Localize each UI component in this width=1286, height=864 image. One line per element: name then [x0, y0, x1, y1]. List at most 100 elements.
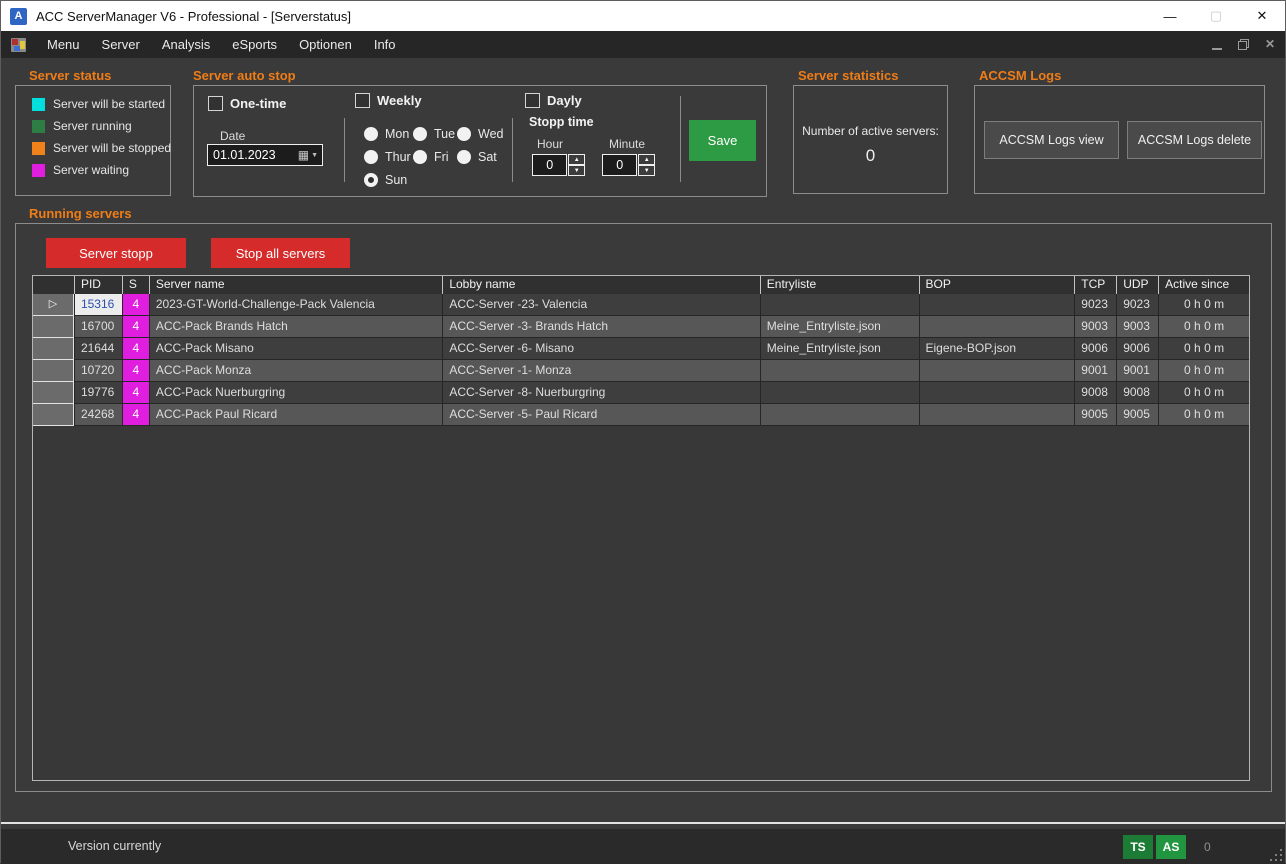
menu-item-info[interactable]: Info	[363, 32, 407, 57]
row-header-cell[interactable]	[33, 404, 74, 426]
column-header-pid[interactable]: PID	[74, 276, 122, 294]
column-header-udp[interactable]: UDP	[1116, 276, 1158, 294]
cell-pid[interactable]: 10720	[74, 360, 122, 382]
cell-bop[interactable]: Eigene-BOP.json	[919, 338, 1075, 360]
cell-server-name[interactable]: ACC-Pack Nuerburgring	[149, 382, 443, 404]
resize-grip[interactable]	[1270, 849, 1282, 861]
cell-lobby-name[interactable]: ACC-Server -5- Paul Ricard	[442, 404, 759, 426]
row-header-cell[interactable]	[33, 382, 74, 404]
column-header-server-name[interactable]: Server name	[149, 276, 443, 294]
column-header-tcp[interactable]: TCP	[1074, 276, 1116, 294]
cell-udp[interactable]: 9006	[1116, 338, 1158, 360]
accsm-logs-delete-button[interactable]: ACCSM Logs delete	[1127, 121, 1262, 159]
hour-stepper[interactable]: 0 ▲ ▼	[532, 154, 585, 176]
menu-item-optionen[interactable]: Optionen	[288, 32, 363, 57]
column-header-entryliste[interactable]: Entryliste	[760, 276, 919, 294]
cell-server-name[interactable]: ACC-Pack Brands Hatch	[149, 316, 443, 338]
column-header-s[interactable]: S	[122, 276, 149, 294]
cell-bop[interactable]	[919, 294, 1075, 316]
table-row[interactable]: ▷1531642023-GT-World-Challenge-Pack Vale…	[33, 294, 1249, 316]
cell-server-name[interactable]: ACC-Pack Paul Ricard	[149, 404, 443, 426]
cell-pid[interactable]: 16700	[74, 316, 122, 338]
cell-server-name[interactable]: ACC-Pack Misano	[149, 338, 443, 360]
radio-wed[interactable]: Wed	[457, 127, 503, 141]
spin-up-icon[interactable]: ▲	[568, 154, 585, 165]
cell-tcp[interactable]: 9001	[1074, 360, 1116, 382]
cell-lobby-name[interactable]: ACC-Server -6- Misano	[442, 338, 759, 360]
cell-pid[interactable]: 19776	[74, 382, 122, 404]
row-header-cell[interactable]	[33, 338, 74, 360]
accsm-logs-view-button[interactable]: ACCSM Logs view	[984, 121, 1119, 159]
column-header-active-since[interactable]: Active since	[1158, 276, 1249, 294]
radio-mon[interactable]: Mon	[364, 127, 409, 141]
cell-udp[interactable]: 9001	[1116, 360, 1158, 382]
grid-corner-cell[interactable]	[33, 276, 74, 294]
cell-pid[interactable]: 21644	[74, 338, 122, 360]
cell-tcp[interactable]: 9008	[1074, 382, 1116, 404]
cell-lobby-name[interactable]: ACC-Server -3- Brands Hatch	[442, 316, 759, 338]
radio-thur[interactable]: Thur	[364, 150, 411, 164]
cell-active-since[interactable]: 0 h 0 m	[1158, 404, 1249, 426]
spin-up-icon[interactable]: ▲	[638, 154, 655, 165]
table-row[interactable]: 107204ACC-Pack MonzaACC-Server -1- Monza…	[33, 360, 1249, 382]
cell-entryliste[interactable]	[760, 404, 919, 426]
table-row[interactable]: 197764ACC-Pack NuerburgringACC-Server -8…	[33, 382, 1249, 404]
cell-s[interactable]: 4	[122, 294, 149, 316]
table-row[interactable]: 167004ACC-Pack Brands HatchACC-Server -3…	[33, 316, 1249, 338]
menu-item-analysis[interactable]: Analysis	[151, 32, 221, 57]
mdi-restore-icon[interactable]	[1238, 39, 1249, 50]
weekly-checkbox[interactable]: Weekly	[355, 93, 422, 108]
date-picker[interactable]: 01.01.2023 ▦ ▼	[207, 144, 323, 166]
cell-active-since[interactable]: 0 h 0 m	[1158, 294, 1249, 316]
menu-item-server[interactable]: Server	[91, 32, 151, 57]
stop-all-servers-button[interactable]: Stop all servers	[211, 238, 350, 268]
cell-entryliste[interactable]	[760, 294, 919, 316]
cell-tcp[interactable]: 9005	[1074, 404, 1116, 426]
cell-s[interactable]: 4	[122, 316, 149, 338]
cell-s[interactable]: 4	[122, 360, 149, 382]
cell-lobby-name[interactable]: ACC-Server -1- Monza	[442, 360, 759, 382]
mdi-minimize-icon[interactable]	[1212, 48, 1222, 50]
cell-s[interactable]: 4	[122, 382, 149, 404]
cell-tcp[interactable]: 9023	[1074, 294, 1116, 316]
radio-tue[interactable]: Tue	[413, 127, 455, 141]
cell-udp[interactable]: 9008	[1116, 382, 1158, 404]
save-button[interactable]: Save	[689, 120, 756, 161]
row-header-cell[interactable]	[33, 360, 74, 382]
cell-udp[interactable]: 9003	[1116, 316, 1158, 338]
column-header-lobby-name[interactable]: Lobby name	[442, 276, 759, 294]
row-header-cell[interactable]	[33, 316, 74, 338]
current-row-arrow-icon[interactable]: ▷	[33, 294, 74, 316]
column-header-bop[interactable]: BOP	[919, 276, 1075, 294]
cell-server-name[interactable]: ACC-Pack Monza	[149, 360, 443, 382]
cell-bop[interactable]	[919, 316, 1075, 338]
cell-bop[interactable]	[919, 360, 1075, 382]
maximize-button[interactable]: ▢	[1193, 1, 1239, 31]
cell-lobby-name[interactable]: ACC-Server -23- Valencia	[442, 294, 759, 316]
cell-active-since[interactable]: 0 h 0 m	[1158, 382, 1249, 404]
spin-down-icon[interactable]: ▼	[638, 165, 655, 176]
mdi-close-icon[interactable]: ✕	[1265, 39, 1275, 50]
cell-active-since[interactable]: 0 h 0 m	[1158, 338, 1249, 360]
cell-entryliste[interactable]: Meine_Entryliste.json	[760, 338, 919, 360]
cell-pid[interactable]: 15316	[74, 294, 122, 316]
menu-item-menu[interactable]: Menu	[36, 32, 91, 57]
spin-down-icon[interactable]: ▼	[568, 165, 585, 176]
minute-stepper[interactable]: 0 ▲ ▼	[602, 154, 655, 176]
cell-s[interactable]: 4	[122, 338, 149, 360]
cell-active-since[interactable]: 0 h 0 m	[1158, 360, 1249, 382]
cell-server-name[interactable]: 2023-GT-World-Challenge-Pack Valencia	[149, 294, 443, 316]
radio-sat[interactable]: Sat	[457, 150, 497, 164]
cell-tcp[interactable]: 9006	[1074, 338, 1116, 360]
cell-entryliste[interactable]	[760, 360, 919, 382]
cell-udp[interactable]: 9005	[1116, 404, 1158, 426]
cell-tcp[interactable]: 9003	[1074, 316, 1116, 338]
close-button[interactable]: ✕	[1239, 1, 1285, 31]
cell-udp[interactable]: 9023	[1116, 294, 1158, 316]
cell-bop[interactable]	[919, 404, 1075, 426]
table-row[interactable]: 242684ACC-Pack Paul RicardACC-Server -5-…	[33, 404, 1249, 426]
dayly-checkbox[interactable]: Dayly	[525, 93, 582, 108]
cell-s[interactable]: 4	[122, 404, 149, 426]
cell-entryliste[interactable]: Meine_Entryliste.json	[760, 316, 919, 338]
menu-item-esports[interactable]: eSports	[221, 32, 288, 57]
